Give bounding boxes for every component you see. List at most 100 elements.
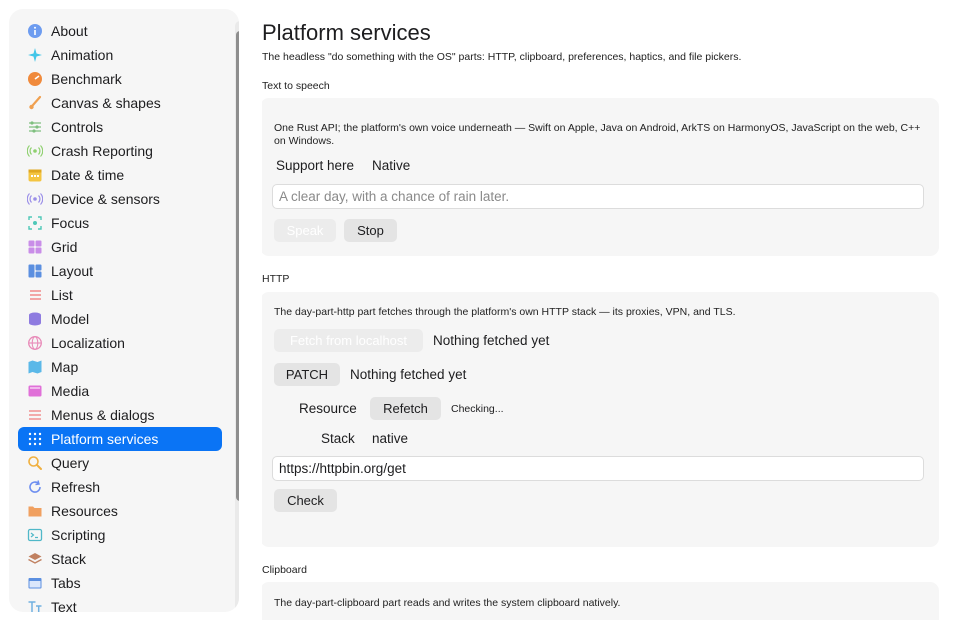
clipboard-description: The day-part-clipboard part reads and wr… <box>274 597 621 609</box>
sidebar-item-label: Resources <box>51 503 118 519</box>
sidebar-item-label: Menus & dialogs <box>51 407 155 423</box>
sidebar-item-label: Scripting <box>51 527 106 543</box>
sidebar-item-layout[interactable]: Layout <box>18 259 222 283</box>
sidebar-item-label: Text <box>51 599 77 612</box>
stack-value: native <box>372 431 409 446</box>
sidebar-item-scripting[interactable]: Scripting <box>18 523 222 547</box>
sidebar-item-controls[interactable]: Controls <box>18 115 222 139</box>
fetch-status: Nothing fetched yet <box>433 333 550 348</box>
sidebar-item-label: Model <box>51 311 90 327</box>
sidebar-item-label: Focus <box>51 215 90 231</box>
sidebar-item-label: Platform services <box>51 431 159 447</box>
http-card: The day-part-http part fetches through t… <box>262 292 939 547</box>
sidebar-item-label: Grid <box>51 239 78 255</box>
tts-card: One Rust API; the platform's own voice u… <box>262 98 939 256</box>
main-content: Platform services The headless "do somet… <box>262 0 940 620</box>
sidebar-item-label: Query <box>51 455 90 471</box>
sidebar-item-animation[interactable]: Animation <box>18 43 222 67</box>
sidebar-item-label: About <box>51 23 88 39</box>
speak-button[interactable]: Speak <box>274 219 336 242</box>
resource-status: Checking... <box>451 403 504 415</box>
patch-button[interactable]: PATCH <box>274 363 340 386</box>
gauge-icon <box>27 71 43 87</box>
text-icon <box>27 599 43 612</box>
sidebar-item-label: Device & sensors <box>51 191 160 207</box>
sidebar-item-label: List <box>51 287 73 303</box>
sidebar-item-label: Date & time <box>51 167 125 183</box>
dots-grid-icon <box>27 431 43 447</box>
sidebar-item-localization[interactable]: Localization <box>18 331 222 355</box>
speech-text-input[interactable] <box>272 184 924 209</box>
sidebar-item-label: Refresh <box>51 479 101 495</box>
sidebar-nav: About Animation Benchmark Canvas & shapes Co… <box>18 19 222 612</box>
sidebar-item-label: Controls <box>51 119 104 135</box>
sidebar-item-focus[interactable]: Focus <box>18 211 222 235</box>
check-button[interactable]: Check <box>274 489 337 512</box>
scrollbar-thumb[interactable] <box>236 31 239 501</box>
database-icon <box>27 311 43 327</box>
list-icon <box>27 287 43 303</box>
sidebar-item-text[interactable]: Text <box>18 595 222 612</box>
globe-icon <box>27 335 43 351</box>
film-icon <box>27 383 43 399</box>
sidebar-item-about[interactable]: About <box>18 19 222 43</box>
tts-description: One Rust API; the platform's own voice u… <box>274 122 921 147</box>
url-input[interactable] <box>272 456 924 481</box>
grid-icon <box>27 239 43 255</box>
layout-icon <box>27 263 43 279</box>
sidebar-item-model[interactable]: Model <box>18 307 222 331</box>
sidebar-item-list[interactable]: List <box>18 283 222 307</box>
sidebar-item-label: Canvas & shapes <box>51 95 161 111</box>
sidebar-item-label: Animation <box>51 47 114 63</box>
magnifier-icon <box>27 455 43 471</box>
sidebar-item-platform-services[interactable]: Platform services <box>18 427 222 451</box>
menu-icon <box>27 407 43 423</box>
sensor-icon <box>27 191 43 207</box>
refresh-icon <box>27 479 43 495</box>
sparkles-icon <box>27 47 43 63</box>
sidebar-item-tabs[interactable]: Tabs <box>18 571 222 595</box>
info-icon <box>27 23 43 39</box>
brush-icon <box>27 95 43 111</box>
terminal-icon <box>27 527 43 543</box>
sidebar-item-label: Media <box>51 383 90 399</box>
sidebar-item-canvas-and-shapes[interactable]: Canvas & shapes <box>18 91 222 115</box>
sidebar-item-map[interactable]: Map <box>18 355 222 379</box>
fetch-localhost-button[interactable]: Fetch from localhost <box>274 329 423 352</box>
sidebar-item-query[interactable]: Query <box>18 451 222 475</box>
page-subtitle: The headless "do something with the OS" … <box>262 51 742 63</box>
sidebar-item-label: Localization <box>51 335 125 351</box>
calendar-icon <box>27 167 43 183</box>
sidebar-item-label: Layout <box>51 263 94 279</box>
stack-icon <box>27 551 43 567</box>
sidebar-item-grid[interactable]: Grid <box>18 235 222 259</box>
sidebar-item-resources[interactable]: Resources <box>18 499 222 523</box>
refetch-button[interactable]: Refetch <box>370 397 441 420</box>
page-title: Platform services <box>262 20 431 45</box>
sidebar-item-label: Benchmark <box>51 71 122 87</box>
section-label-http: HTTP <box>262 273 290 285</box>
http-description: The day-part-http part fetches through t… <box>274 306 736 318</box>
sidebar-item-device-and-sensors[interactable]: Device & sensors <box>18 187 222 211</box>
section-label-tts: Text to speech <box>262 80 330 92</box>
broadcast-icon <box>27 143 43 159</box>
stack-label: Stack <box>321 431 355 446</box>
patch-status: Nothing fetched yet <box>350 367 467 382</box>
sidebar: About Animation Benchmark Canvas & shapes Co… <box>9 9 239 612</box>
stop-button[interactable]: Stop <box>344 219 397 242</box>
sidebar-item-benchmark[interactable]: Benchmark <box>18 67 222 91</box>
sidebar-item-refresh[interactable]: Refresh <box>18 475 222 499</box>
sidebar-item-date-and-time[interactable]: Date & time <box>18 163 222 187</box>
sidebar-item-menus-and-dialogs[interactable]: Menus & dialogs <box>18 403 222 427</box>
sidebar-item-crash-reporting[interactable]: Crash Reporting <box>18 139 222 163</box>
sidebar-scrollbar[interactable] <box>235 21 239 612</box>
tabs-icon <box>27 575 43 591</box>
sliders-icon <box>27 119 43 135</box>
sidebar-item-stack[interactable]: Stack <box>18 547 222 571</box>
focus-icon <box>27 215 43 231</box>
sidebar-item-media[interactable]: Media <box>18 379 222 403</box>
clipboard-card: The day-part-clipboard part reads and wr… <box>262 582 939 620</box>
sidebar-item-label: Map <box>51 359 79 375</box>
section-label-clipboard: Clipboard <box>262 564 307 576</box>
sidebar-item-label: Crash Reporting <box>51 143 153 159</box>
